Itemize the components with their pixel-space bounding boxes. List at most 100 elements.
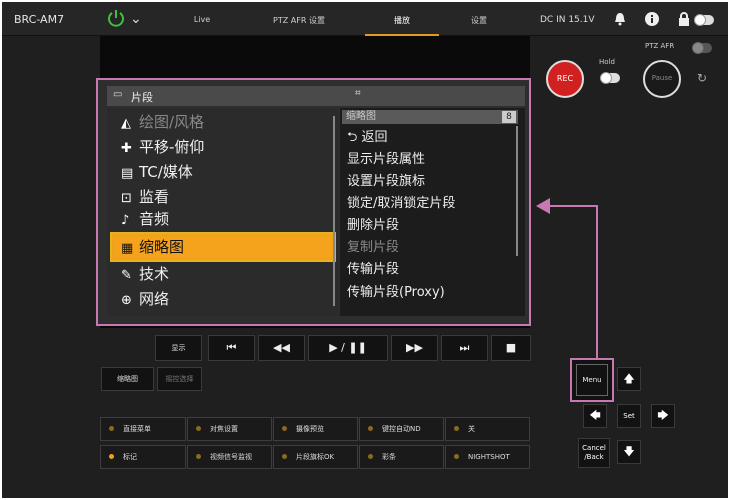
tab-ptz-afr-settings[interactable]: PTZ AFR 设置 [254,15,344,26]
menu-button[interactable]: Menu [576,364,608,396]
fn-button-off[interactable]: 关 [445,417,530,441]
status-dot [196,454,201,459]
lock-toggle[interactable] [694,14,714,26]
reset-icon[interactable]: ↻ [697,71,707,85]
media-icon: ⌗ [355,88,361,99]
top-bar: BRC-AM7 ⌄ Live PTZ AFR 设置 播放 设置 DC IN 15… [2,2,728,37]
play-pause-icon[interactable]: ▶ / ❚❚ [308,335,388,361]
submenu-item-transfer[interactable]: 传输片段 [347,260,399,280]
fn-button-direct-menu[interactable]: 直接菜单 [100,417,186,441]
tc-media-icon: ▤ [121,166,134,181]
menu-item-label: 技术 [139,265,170,283]
cancel-back-button[interactable]: Cancel /Back [578,438,610,468]
fn-button-clip-flag-ok[interactable]: 片段旗标OK [273,445,358,469]
forward-icon[interactable]: ▶▶ [391,335,438,361]
fn-button-color-bars[interactable]: 彩条 [359,445,444,469]
menu-item-audio[interactable]: ♪ 音频 [121,208,169,230]
status-dot [109,454,114,459]
down-arrow-icon[interactable]: 🡇 [617,440,641,464]
menu-item-network[interactable]: ⊕ 网络 [121,288,169,310]
menu-item-label: 绘图/风格 [139,113,205,131]
fn-label: 摄像预览 [296,425,324,433]
menu-item-label: 网络 [139,290,170,308]
fn-button-video-monitor[interactable]: 视频信号监视 [187,445,272,469]
menu-item-pan-tilt[interactable]: ✚ 平移-俯仰 [121,136,204,158]
network-icon: ⊕ [121,293,132,308]
submenu-item-set-flag[interactable]: 设置片段旗标 [347,172,425,192]
hold-toggle[interactable] [600,72,620,84]
menu-item-label: 监看 [139,188,170,206]
fn-label: 键控自动ND [382,425,421,433]
menu-header-title: 片段 [131,91,153,104]
callout-line-vertical [596,205,598,360]
pause-button[interactable]: Pause [643,60,681,98]
callout-arrow-icon [536,198,550,214]
monitor-icon: ⊡ [121,191,132,206]
fn-label: 关 [468,425,475,433]
menu-item-paint[interactable]: ◭ 绘图/风格 [121,111,204,133]
status-dot [454,454,459,459]
submenu-item-copy: 复制片段 [347,240,400,255]
menu-item-thumbnail[interactable]: ▦ 缩略图 [121,236,184,258]
set-button[interactable]: Set [617,404,641,428]
submenu-item-clip-properties[interactable]: 显示片段属性 [347,150,425,170]
submenu-header: 缩略图 8 [342,110,518,124]
menu-item-tc-media[interactable]: ▤ TC/媒体 [121,161,193,183]
fn-button-focus-settings[interactable]: 对焦设置 [187,417,272,441]
tab-live[interactable]: Live [157,15,247,24]
ptz-afr-toggle[interactable] [692,42,712,54]
thumbnail-icon: ▦ [121,241,134,256]
status-dot [109,426,114,431]
fn-label: NIGHTSHOT [468,453,510,461]
right-arrow-icon[interactable]: 🡆 [651,404,675,428]
menu-item-label: 缩略图 [139,238,185,256]
display-button[interactable]: 显示 [155,335,202,361]
menu-item-monitor[interactable]: ⊡ 监看 [121,186,169,208]
menu-item-label: 音频 [139,210,170,228]
next-icon[interactable]: ⏭ [441,335,488,361]
fn-button-nightshot[interactable]: NIGHTSHOT [445,445,530,469]
chevron-down-icon[interactable]: ⌄ [130,11,142,27]
status-dot [454,426,459,431]
left-scrollbar[interactable] [333,116,335,306]
rec-button[interactable]: REC [546,60,584,98]
technical-icon: ✎ [121,268,132,283]
menu-category-list: ◭ 绘图/风格 ✚ 平移-俯仰 ▤ TC/媒体 ⊡ 监看 ♪ 音频 ▦ 缩略图 ✎ 技术 ⊕ 网… [107,108,339,316]
menu-header: ▭ 片段 ⌗ [107,86,525,106]
menu-item-technical[interactable]: ✎ 技术 [121,263,169,285]
lock-icon[interactable] [676,11,692,27]
submenu-item-back[interactable]: ⮌ 返回 [347,128,388,148]
fn-button-auto-nd[interactable]: 键控自动ND [359,417,444,441]
rewind-icon[interactable]: ◀◀ [258,335,305,361]
fn-label: 直接菜单 [123,425,151,433]
info-icon[interactable] [644,11,660,27]
select-button: 摇控选择 [157,367,202,391]
submenu-item-transfer-proxy[interactable]: 传输片段(Proxy) [347,283,445,303]
page-number: 8 [502,111,516,123]
thumbnail-button[interactable]: 缩略图 [101,367,154,391]
tab-settings[interactable]: 设置 [434,15,524,26]
bell-icon[interactable] [612,11,628,27]
fn-label: 标记 [123,453,137,461]
submenu-item-label: 返回 [361,130,388,145]
fn-button-mark[interactable]: 标记 [100,445,186,469]
ptz-afr-label: PTZ AFR [645,42,675,50]
menu-overlay: ▭ 片段 ⌗ ◭ 绘图/风格 ✚ 平移-俯仰 ▤ TC/媒体 ⊡ 监看 ♪ 音频 ▦ 缩略图… [96,78,531,326]
right-scrollbar[interactable] [516,126,518,256]
submenu-item-delete[interactable]: 删除片段 [347,216,399,236]
stop-icon[interactable]: ■ [491,335,531,361]
status-dot [282,426,287,431]
prev-icon[interactable]: ⏮ [208,335,255,361]
power-icon[interactable] [106,8,126,28]
fn-label: 对焦设置 [210,425,238,433]
up-arrow-icon[interactable]: 🡅 [617,367,641,391]
paint-icon: ◭ [121,116,131,131]
left-arrow-icon[interactable]: 🡄 [583,404,607,428]
fn-button-camera-preview[interactable]: 摄像预览 [273,417,358,441]
submenu-item-lock-unlock[interactable]: 锁定/取消锁定片段 [347,194,455,214]
menu-item-label: TC/媒体 [139,163,193,181]
rec-label: REC [556,74,574,83]
submenu-header-title: 缩略图 [346,111,376,122]
menu-item-label: 平移-俯仰 [139,138,205,156]
fn-label: 视频信号监视 [210,453,252,461]
